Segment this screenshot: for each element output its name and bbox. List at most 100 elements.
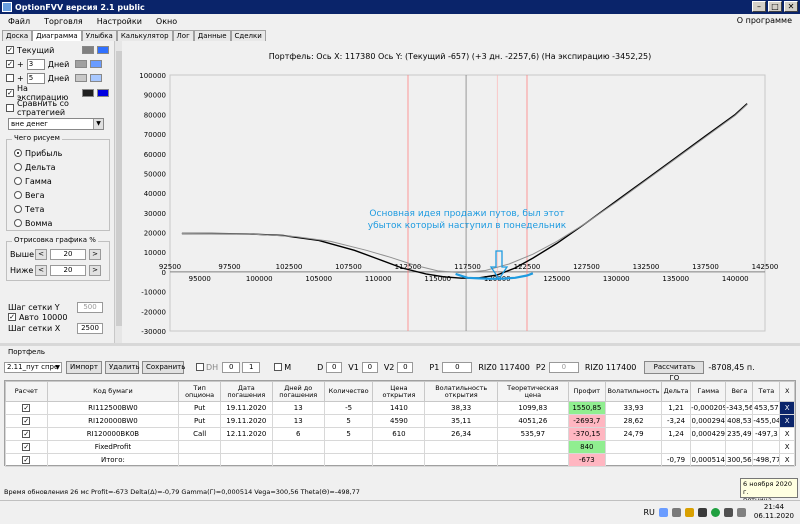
column-header[interactable]: Дата погашения [219,381,273,402]
tab-diagram[interactable]: Диаграмма [32,30,82,41]
row-calc-cell[interactable]: ✓ [5,401,48,415]
speaker-icon[interactable] [697,507,707,517]
below-increase-button[interactable]: > [89,264,101,276]
current-color-swatch-2[interactable] [97,46,109,54]
table-row[interactable]: ✓ RI120000BK0B Call 12.11.2020 6 5 610 26,34 535… [5,427,795,441]
above-increase-button[interactable]: > [89,248,101,260]
portfolio-select[interactable]: 2.11_пут спре ▼ [4,361,62,373]
grid-x-field[interactable]: 2500 [77,322,103,334]
column-header[interactable]: Цена открытия [372,381,426,402]
row-calc-cell[interactable]: ✓ [5,440,48,454]
minimize-button[interactable]: – [752,1,766,12]
p2-field[interactable]: 0 [548,361,579,373]
clock[interactable]: 21:44 06.11.2020 [754,503,794,521]
table-row[interactable]: ✓ Итого: -673 -0,79 0,000514 300,56 -498,77 X [5,453,795,467]
above-field[interactable]: 20 [50,248,86,260]
plus-days-checkbox-1[interactable]: ✓ [6,60,14,68]
radio-vega[interactable] [14,191,22,199]
network-icon[interactable] [671,507,681,517]
radio-delta[interactable] [14,163,22,171]
plus-color-swatch-1[interactable] [74,60,87,68]
column-header[interactable]: Вега [725,381,754,402]
menu-window[interactable]: Окно [156,17,177,26]
tab-smile[interactable]: Улыбка [81,30,117,41]
tab-calculator[interactable]: Калькулятор [116,30,173,41]
import-button[interactable]: Импорт [66,360,102,374]
p1-field[interactable]: 0 [442,361,473,373]
menu-trade[interactable]: Торговля [44,17,83,26]
column-header[interactable]: Дельта [661,381,692,402]
grid-y-field[interactable]: 500 [77,301,103,313]
row-delete-button[interactable]: X [779,427,795,441]
moneyness-select[interactable]: вне денег ▼ [8,118,104,130]
column-header[interactable]: Количество [323,381,374,402]
row-calc-checkbox[interactable]: ✓ [22,404,31,412]
close-button[interactable]: ✕ [784,1,798,12]
table-row[interactable]: ✓ RI120000BW0 Put 19.11.2020 13 5 4590 35,11 405… [5,414,795,428]
radio-vomma[interactable] [14,219,22,227]
left-scrollbar[interactable] [114,41,122,343]
maximize-button[interactable]: □ [768,1,782,12]
column-header[interactable]: Дней до погашения [271,381,325,402]
chevron-down-icon[interactable]: ▼ [93,119,103,129]
calc-margin-button[interactable]: Рассчитать ГО [644,360,705,382]
expiration-color-swatch-2[interactable] [97,89,109,97]
current-color-swatch[interactable] [82,46,94,54]
column-header[interactable]: Теоретическая цена [497,381,569,402]
auto-checkbox[interactable]: ✓ [8,313,16,321]
tray-app-icon[interactable] [658,507,668,517]
row-calc-checkbox[interactable]: ✓ [22,417,31,425]
table-row[interactable]: ✓ FixedProfit 840 X [5,440,795,454]
row-calc-cell[interactable]: ✓ [5,453,48,467]
below-field[interactable]: 20 [50,264,86,276]
column-header[interactable]: Гамма [690,381,727,402]
status-ok-icon[interactable] [710,507,720,517]
below-decrease-button[interactable]: < [35,264,47,276]
column-header[interactable]: Расчет [5,381,48,402]
column-header[interactable]: Профит [567,381,606,402]
menu-settings[interactable]: Настройки [97,17,142,26]
language-indicator[interactable]: RU [643,508,654,517]
column-header[interactable]: Волатильность [604,381,663,402]
menu-about[interactable]: О программе [737,16,792,25]
m-checkbox[interactable] [274,363,283,371]
plus-color-swatch-2[interactable] [74,74,87,82]
row-delete-button[interactable]: X [779,440,795,454]
radio-gamma[interactable] [14,177,22,185]
delete-button[interactable]: Удалить [105,360,140,374]
column-header[interactable]: Тета [752,381,781,402]
current-checkbox[interactable]: ✓ [6,46,14,54]
row-delete-button[interactable]: X [779,414,795,428]
row-delete-button[interactable]: X [779,401,795,415]
row-calc-checkbox[interactable]: ✓ [22,430,31,438]
payoff-chart[interactable]: Портфель: Ось X: 117380 Ось Y: (Текущий … [122,41,798,343]
compare-checkbox[interactable] [6,104,14,112]
plus-days-spinner-1[interactable]: 3 [26,58,45,70]
d-field[interactable]: 0 [326,361,343,373]
tab-board[interactable]: Доска [2,30,33,41]
expiration-checkbox[interactable]: ✓ [6,89,14,97]
table-row[interactable]: ✓ RI112500BW0 Put 19.11.2020 13 -5 1410 38,33 10… [5,401,795,415]
column-header[interactable]: Волатильность открытия [424,381,499,402]
column-header[interactable]: X [779,381,795,402]
radio-profit[interactable] [14,149,22,157]
tab-deals[interactable]: Сделки [230,30,266,41]
v2-field[interactable]: 0 [397,361,414,373]
menu-file[interactable]: Файл [8,17,30,26]
row-calc-checkbox[interactable]: ✓ [22,456,31,464]
save-button[interactable]: Сохранить [142,360,185,374]
column-header[interactable]: Тип опциона [178,381,221,402]
tab-log[interactable]: Лог [172,30,194,41]
expiration-color-swatch[interactable] [82,89,94,97]
dh-spinner-1[interactable]: 0 [222,361,241,373]
above-decrease-button[interactable]: < [35,248,47,260]
plus-days-checkbox-2[interactable] [6,74,14,82]
v1-field[interactable]: 0 [361,361,378,373]
display-icon[interactable] [723,507,733,517]
row-calc-cell[interactable]: ✓ [5,414,48,428]
dh-spinner-2[interactable]: 1 [242,361,261,373]
plus-color-swatch-1b[interactable] [89,60,102,68]
row-delete-button[interactable]: X [779,453,795,467]
column-header[interactable]: Код бумаги [46,381,180,402]
plus-color-swatch-2b[interactable] [89,74,102,82]
